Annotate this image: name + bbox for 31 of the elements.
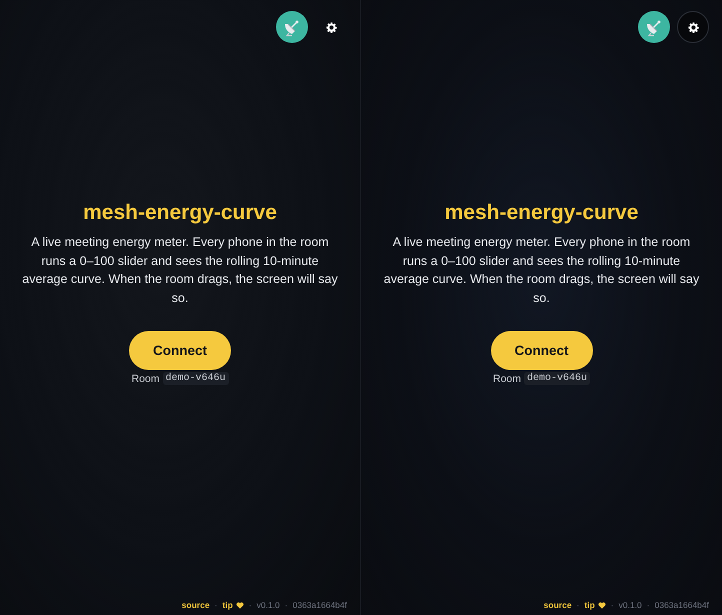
settings-icon bbox=[688, 22, 698, 32]
room-label: Room bbox=[492, 372, 521, 384]
heart-icon bbox=[598, 602, 606, 608]
heart-icon bbox=[236, 602, 244, 608]
settings-icon bbox=[326, 22, 336, 32]
source-link[interactable]: source bbox=[544, 600, 572, 610]
source-link[interactable]: source bbox=[182, 600, 210, 610]
satellite-dish-button[interactable] bbox=[276, 11, 308, 43]
app-description: A live meeting energy meter. Every phone in the room runs a 0–100 slider and sees the rolling 10-minute average curve. When the room drags, the screen will say so. bbox=[384, 234, 700, 306]
room-code: demo-v646u bbox=[162, 372, 229, 385]
separator-dot: · bbox=[248, 600, 252, 610]
separator-dot: · bbox=[646, 600, 650, 610]
room-code: demo-v646u bbox=[524, 372, 590, 385]
commit-hash-text: 0363a1664b4f bbox=[654, 600, 709, 610]
connect-button[interactable]: Connect bbox=[129, 331, 231, 370]
separator-dot: · bbox=[214, 600, 218, 610]
commit-hash-text: 0363a1664b4f bbox=[292, 600, 347, 610]
separator-dot: · bbox=[610, 600, 614, 610]
tip-link[interactable]: tip bbox=[222, 600, 244, 610]
connect-button[interactable]: Connect bbox=[490, 331, 592, 370]
version-text: v0.1.0 bbox=[256, 600, 280, 610]
settings-button[interactable] bbox=[677, 11, 709, 43]
version-text: v0.1.0 bbox=[618, 600, 642, 610]
app-title: mesh-energy-curve bbox=[444, 200, 638, 225]
app-description: A live meeting energy meter. Every phone in the room runs a 0–100 slider and sees the rolling 10-minute average curve. When the room drags, the screen will say so. bbox=[22, 234, 338, 306]
separator-dot: · bbox=[284, 600, 288, 610]
room-label: Room bbox=[131, 372, 160, 384]
satellite-dish-button[interactable] bbox=[638, 11, 670, 43]
tip-link[interactable]: tip bbox=[584, 600, 606, 610]
app-title: mesh-energy-curve bbox=[83, 200, 277, 225]
separator-dot: · bbox=[576, 600, 580, 610]
